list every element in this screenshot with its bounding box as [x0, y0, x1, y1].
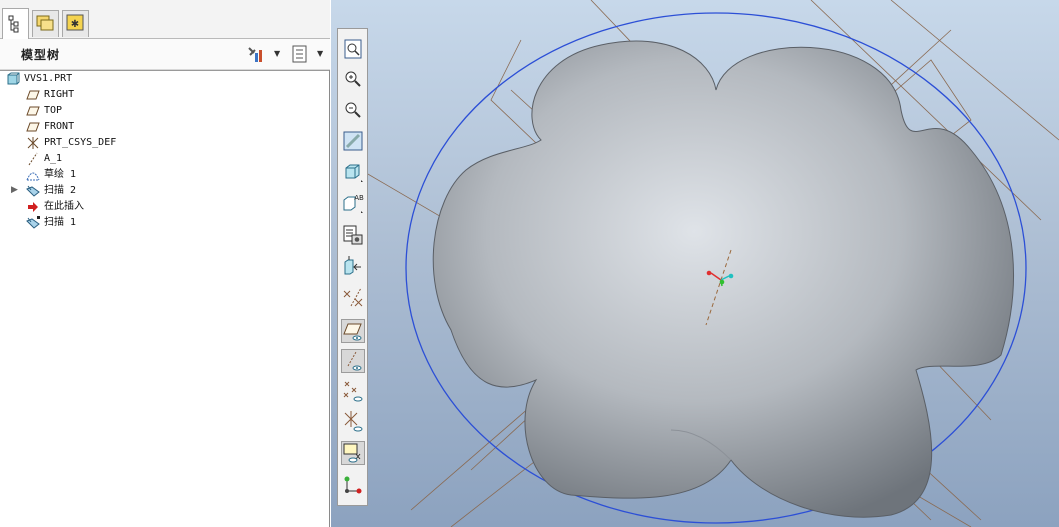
settings-tools-icon[interactable]: [246, 45, 264, 63]
model-tree: VVS1.PRT RIGHT TOP FRONT PRT_CSYS_DEF A_…: [0, 70, 329, 526]
csys-icon: [27, 137, 39, 149]
zoom-out-icon: [345, 102, 361, 118]
appearance-icon: [344, 476, 362, 494]
tree-item-label: 扫描 2: [44, 185, 77, 196]
axis-display-icon: [347, 351, 362, 371]
spin-center-toggle[interactable]: [341, 441, 365, 465]
insert-here-arrow-icon: [28, 202, 38, 212]
saved-views-button[interactable]: [341, 223, 365, 247]
tree-item-label: 草绘 1: [44, 169, 77, 180]
tab-model-tree[interactable]: [2, 8, 29, 39]
view-toolbar: AB: [337, 28, 368, 506]
repaint-button[interactable]: [341, 129, 365, 153]
axis-display-toggle[interactable]: [341, 349, 365, 373]
svg-text:AB: AB: [354, 194, 364, 202]
zoom-in-button[interactable]: [341, 67, 365, 91]
annotation-display-button[interactable]: [341, 285, 365, 309]
plane-display-toggle[interactable]: [341, 319, 365, 343]
settings-dropdown-icon[interactable]: ▼: [274, 49, 280, 58]
datum-plane-icon: [26, 106, 40, 116]
refit-icon: [344, 39, 362, 59]
sweep-icon: [26, 216, 40, 229]
model-tree-panel: ✱ 模型树 ▼ ▼ VVS1.PRT RIGHT TOP FRONT PRT_C…: [0, 0, 330, 527]
spin-center-icon: [343, 443, 361, 463]
navigator-tabs: ✱: [0, 0, 330, 39]
tree-item-label: 在此插入: [44, 201, 84, 212]
view-manager-button[interactable]: [341, 254, 365, 278]
model-tree-tab-icon: [8, 15, 19, 33]
saved-views-icon: [343, 225, 363, 245]
plane-display-icon: [343, 323, 362, 341]
shading-icon: [345, 164, 363, 182]
part-icon: [7, 72, 20, 85]
view-display-button[interactable]: AB: [341, 191, 365, 215]
view-manager-icon: [344, 256, 361, 275]
expand-arrow-icon[interactable]: ▶: [11, 185, 18, 195]
sweep-icon: [26, 185, 40, 197]
folder-browser-tab-icon: [36, 15, 54, 31]
refit-button[interactable]: [341, 37, 365, 61]
tree-root-label: VVS1.PRT: [24, 73, 73, 84]
tab-folder-browser[interactable]: [32, 10, 59, 37]
show-list-icon[interactable]: [291, 45, 309, 63]
tree-item-label: TOP: [44, 105, 63, 116]
point-display-toggle[interactable]: [341, 379, 365, 403]
csys-display-toggle[interactable]: [341, 409, 365, 433]
sketch-icon: [26, 172, 40, 181]
datum-axis-icon: [28, 152, 38, 166]
datum-plane-icon: [26, 90, 40, 100]
svg-text:✱: ✱: [71, 19, 79, 30]
csys-display-icon: [344, 411, 363, 432]
repaint-icon: [343, 131, 363, 151]
tree-item-label: 扫描 1: [44, 217, 77, 228]
annotation-display-icon: [343, 287, 363, 307]
model-tree-header: 模型树 ▼ ▼: [0, 39, 330, 70]
favorites-tab-icon: ✱: [66, 14, 84, 31]
zoom-out-button[interactable]: [341, 98, 365, 122]
tree-item-label: PRT_CSYS_DEF: [44, 137, 117, 148]
tree-item-label: RIGHT: [44, 89, 75, 100]
graphics-viewport[interactable]: [331, 0, 1059, 527]
panel-title: 模型树: [21, 48, 61, 62]
tab-favorites[interactable]: ✱: [62, 10, 89, 37]
model-canvas[interactable]: [331, 0, 1059, 527]
shading-button[interactable]: [341, 160, 365, 184]
point-display-icon: [343, 381, 363, 402]
appearance-button[interactable]: [341, 473, 365, 497]
tree-item-label: FRONT: [44, 121, 75, 132]
datum-plane-icon: [26, 122, 40, 132]
view-display-icon: AB: [343, 194, 364, 213]
zoom-in-icon: [345, 71, 361, 87]
tree-item-label: A_1: [44, 153, 63, 164]
show-dropdown-icon[interactable]: ▼: [317, 49, 323, 58]
